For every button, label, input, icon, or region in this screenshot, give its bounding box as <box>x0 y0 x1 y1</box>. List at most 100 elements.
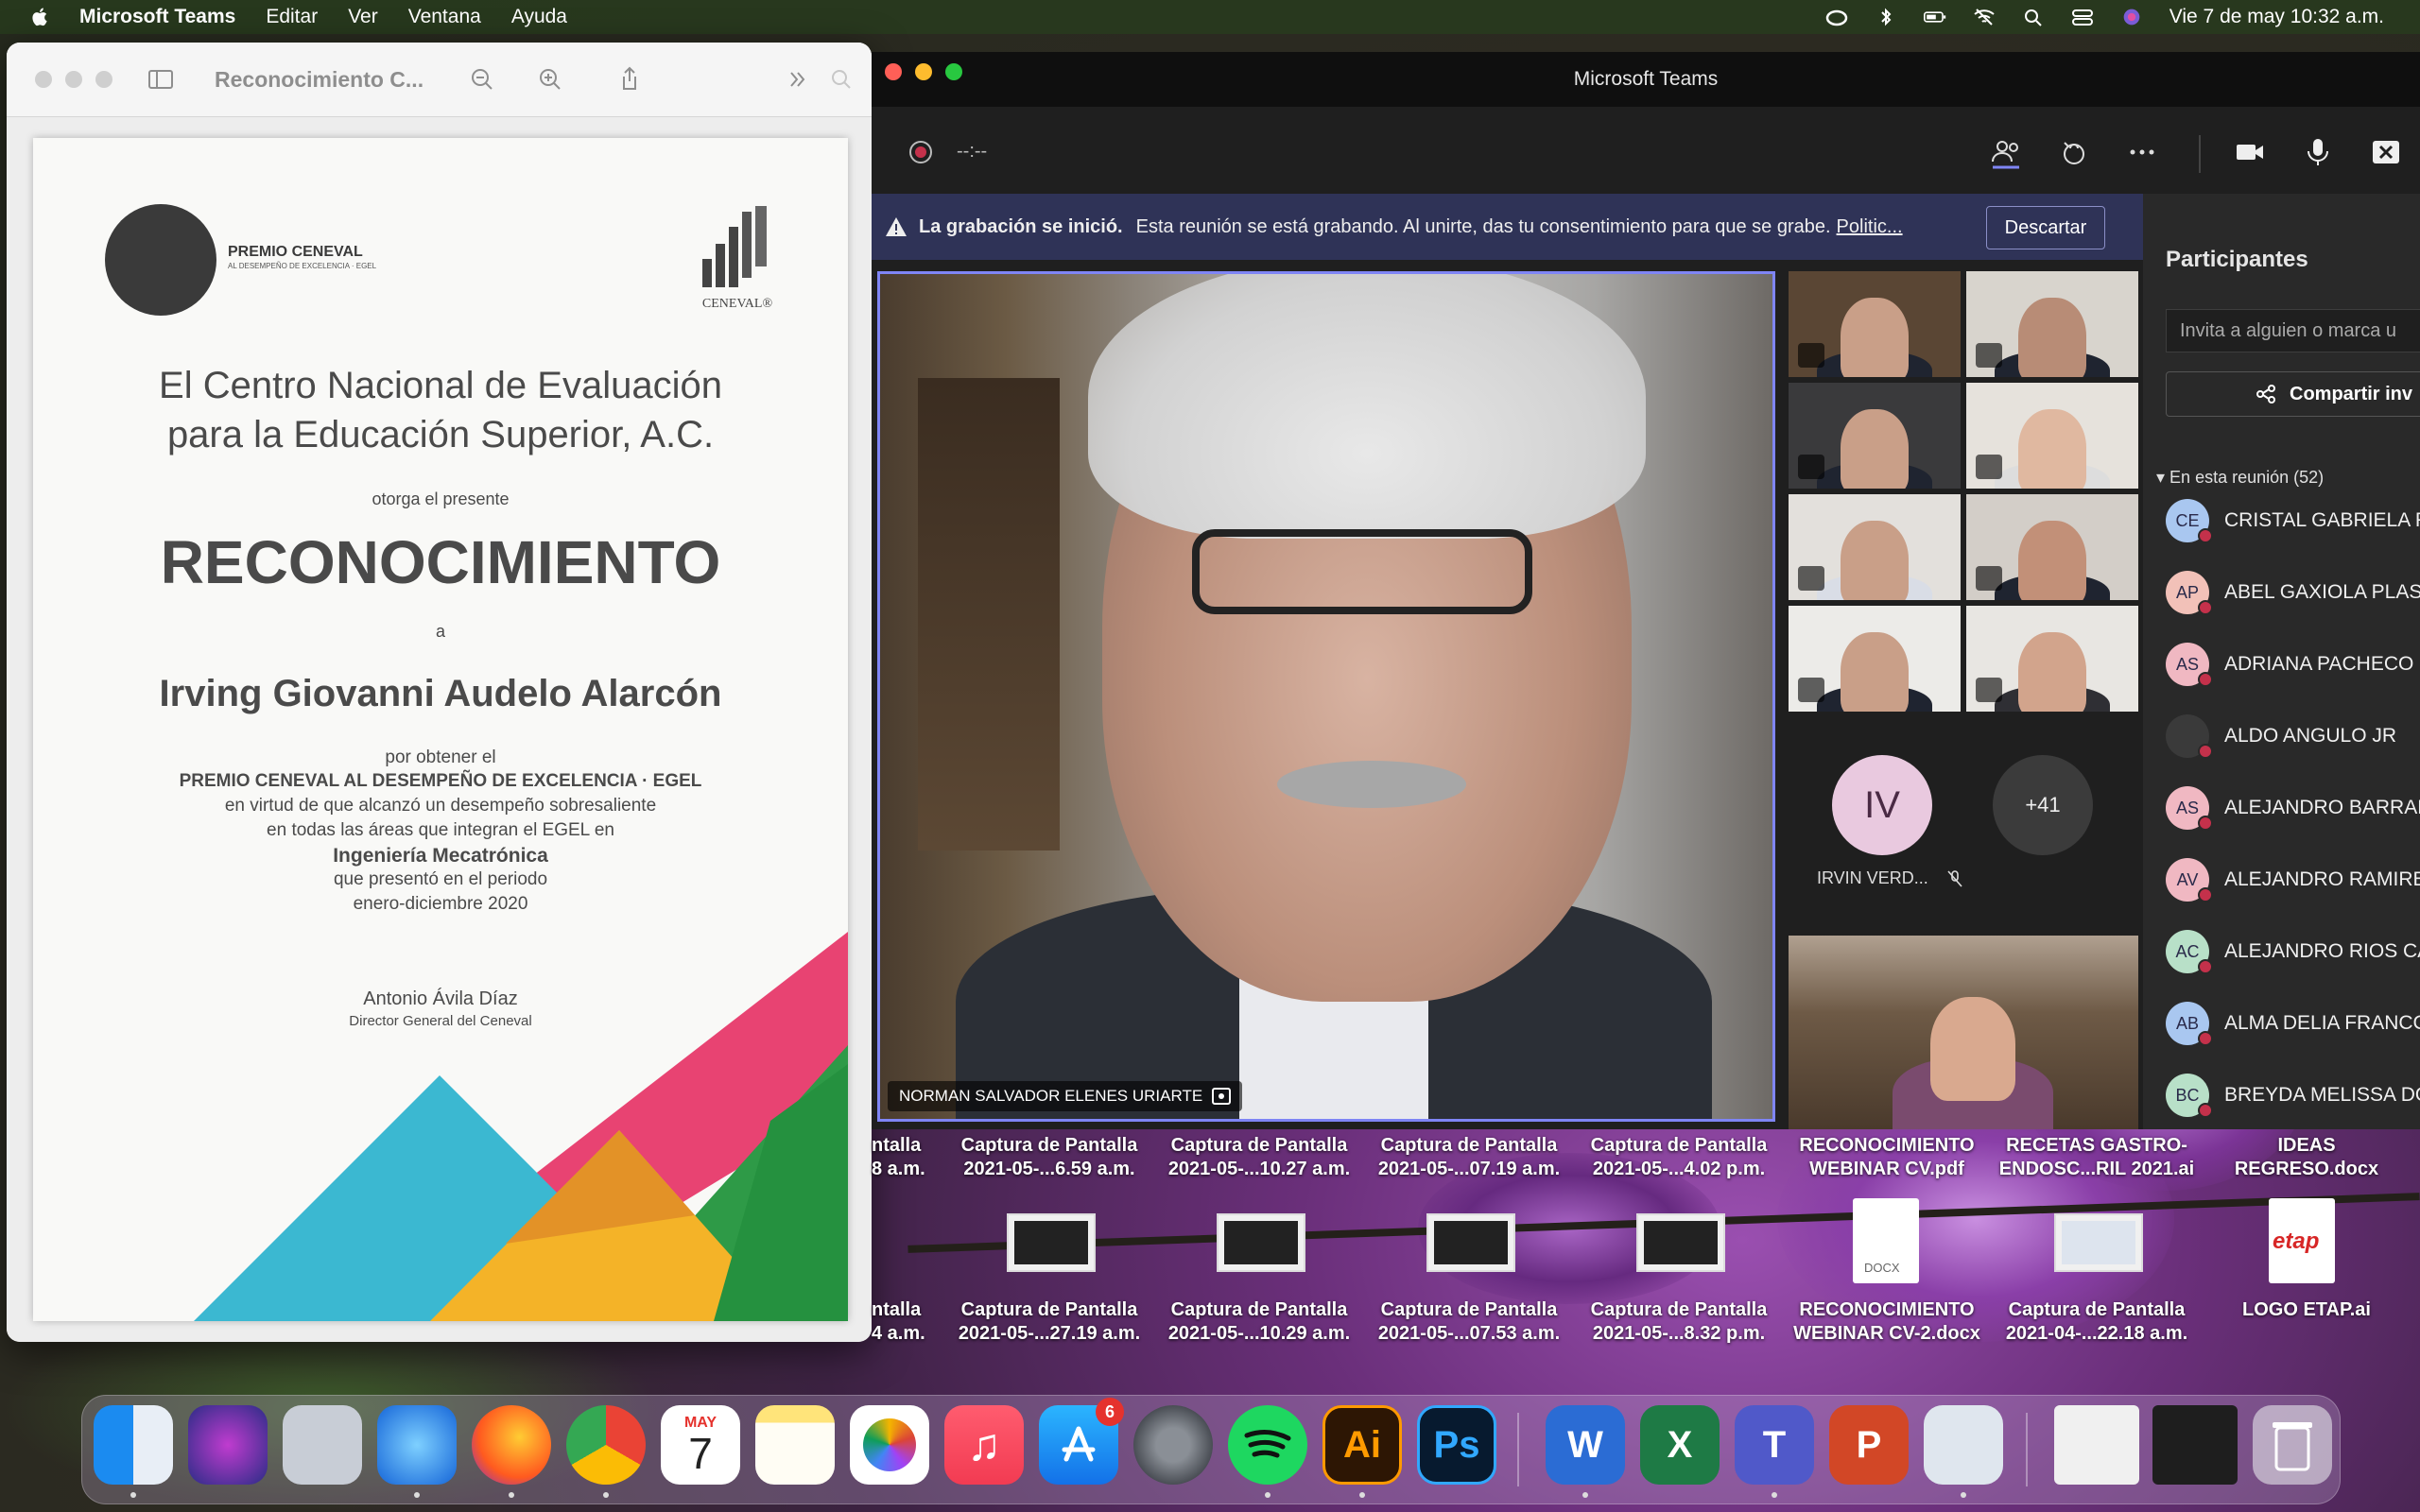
desktop-file-label[interactable]: Captura de Pantalla 2021-05-...10.27 a.m. <box>1155 1134 1363 1181</box>
zoom-button[interactable] <box>95 71 112 88</box>
finder-icon[interactable] <box>94 1405 173 1485</box>
launchpad-icon[interactable] <box>283 1405 362 1485</box>
participant-video-tile[interactable] <box>1789 494 1961 600</box>
participant-video-tile[interactable] <box>1789 271 1961 377</box>
screenshot-thumbnail[interactable] <box>1007 1213 1096 1272</box>
minimize-button[interactable] <box>915 63 932 80</box>
document-area[interactable]: PREMIO CENEVAL AL DESEMPEÑO DE EXCELENCI… <box>7 117 872 1342</box>
minimize-button[interactable] <box>65 71 82 88</box>
menu-ventana[interactable]: Ventana <box>408 6 481 28</box>
desktop-file-label[interactable]: IDEAS REGRESO.docx <box>2203 1134 2411 1181</box>
active-speaker-video[interactable]: NORMAN SALVADOR ELENES URIARTE <box>877 271 1775 1122</box>
powerpoint-icon[interactable]: P <box>1829 1405 1909 1485</box>
participant-video-tile[interactable] <box>1966 271 2138 377</box>
photos-icon[interactable] <box>850 1405 929 1485</box>
minimized-window-thumbnail[interactable] <box>2152 1405 2238 1485</box>
zoom-button[interactable] <box>945 63 962 80</box>
search-icon[interactable] <box>827 65 856 94</box>
more-options-icon[interactable] <box>2125 135 2159 169</box>
bluetooth-icon[interactable] <box>1875 8 1897 26</box>
desktop-file-label[interactable]: Captura de Pantalla 2021-05-...27.19 a.m. <box>945 1298 1153 1346</box>
menubar-clock[interactable]: Vie 7 de may 10:32 a.m. <box>2169 6 2384 28</box>
desktop-file-label[interactable]: Captura de Pantalla 2021-05-...8.32 p.m. <box>1575 1298 1783 1346</box>
battery-icon[interactable] <box>1923 8 1946 26</box>
desktop-file-label[interactable]: Captura de Pantalla 2021-05-...10.29 a.m. <box>1155 1298 1363 1346</box>
desktop-file-label[interactable]: Captura de Pantalla 2021-04-...22.18 a.m. <box>1993 1298 2201 1346</box>
control-center-icon[interactable] <box>2071 8 2094 26</box>
more-tools-chevron-icon[interactable] <box>784 65 812 94</box>
participant-row[interactable]: AS ADRIANA PACHECO <box>2166 642 2413 687</box>
participant-avatar[interactable]: IV <box>1832 755 1932 855</box>
participant-video-tile[interactable] <box>1966 606 2138 712</box>
apple-icon[interactable] <box>30 7 51 27</box>
participant-row[interactable]: AB ALMA DELIA FRANCC <box>2166 1001 2420 1046</box>
participant-video-tile[interactable] <box>1966 494 2138 600</box>
close-button[interactable] <box>35 71 52 88</box>
wifi-off-icon[interactable] <box>1973 8 1996 26</box>
creative-cloud-icon[interactable] <box>1825 8 1848 26</box>
calendar-icon[interactable]: MAY 7 <box>661 1405 740 1485</box>
desktop-file-label[interactable]: Captura de Pantalla 2021-05-...07.53 a.m. <box>1365 1298 1573 1346</box>
desktop-file-label[interactable]: LOGO ETAP.ai <box>2203 1298 2411 1322</box>
spotify-icon[interactable] <box>1228 1405 1307 1485</box>
pin-icon[interactable] <box>1212 1088 1232 1105</box>
siri-app-icon[interactable] <box>188 1405 268 1485</box>
preview-app-icon[interactable] <box>1924 1405 2003 1485</box>
notes-icon[interactable] <box>755 1405 835 1485</box>
menu-app-name[interactable]: Microsoft Teams <box>79 6 235 28</box>
desktop-file-label[interactable]: ntalla 4 a.m. <box>872 1298 928 1346</box>
excel-icon[interactable]: X <box>1640 1405 1720 1485</box>
music-icon[interactable]: ♫ <box>944 1405 1024 1485</box>
sidebar-toggle-icon[interactable] <box>147 65 175 94</box>
desktop-file-label[interactable]: Captura de Pantalla 2021-05-...07.19 a.m. <box>1365 1134 1573 1181</box>
photoshop-icon[interactable]: Ps <box>1417 1405 1496 1485</box>
share-icon[interactable] <box>615 65 644 94</box>
microphone-icon[interactable] <box>2301 135 2335 169</box>
desktop-file-label[interactable]: RECETAS GASTRO- ENDOSC...RIL 2021.ai <box>1993 1134 2201 1181</box>
app-store-icon[interactable]: 6 <box>1039 1398 1124 1485</box>
desktop-file-label[interactable]: ntalla 8 a.m. <box>872 1134 928 1181</box>
share-invite-button[interactable]: Compartir inv <box>2166 371 2420 417</box>
in-meeting-section[interactable]: ▾ En esta reunión (52) <box>2156 468 2324 488</box>
spotlight-search-icon[interactable] <box>2022 8 2045 26</box>
screenshot-thumbnail[interactable] <box>1636 1213 1725 1272</box>
illustrator-icon[interactable]: Ai <box>1322 1405 1402 1485</box>
firefox-icon[interactable] <box>472 1405 551 1485</box>
safari-icon[interactable] <box>377 1405 457 1485</box>
screenshot-thumbnail[interactable] <box>1426 1213 1515 1272</box>
participant-row[interactable]: BC BREYDA MELISSA DO <box>2166 1073 2420 1118</box>
dismiss-button[interactable]: Descartar <box>1986 206 2105 249</box>
reactions-icon[interactable] <box>2057 135 2091 169</box>
desktop-file-label[interactable]: Captura de Pantalla 2021-05-...6.59 a.m. <box>945 1134 1153 1181</box>
participants-icon[interactable] <box>1989 135 2023 169</box>
menu-ver[interactable]: Ver <box>348 6 378 28</box>
share-screen-icon[interactable] <box>2369 135 2403 169</box>
participant-row[interactable]: CE CRISTAL GABRIELA R <box>2166 498 2420 543</box>
screenshot-thumbnail[interactable] <box>1217 1213 1305 1272</box>
participant-row[interactable]: ALDO ANGULO JR <box>2166 713 2396 759</box>
chrome-icon[interactable] <box>566 1405 646 1485</box>
overflow-participants-button[interactable]: +41 <box>1993 755 2093 855</box>
zoom-in-icon[interactable] <box>536 65 564 94</box>
menu-ayuda[interactable]: Ayuda <box>511 6 567 28</box>
desktop-file-label[interactable]: RECONOCIMIENTO WEBINAR CV.pdf <box>1783 1134 1991 1181</box>
desktop-file-label[interactable]: Captura de Pantalla 2021-05-...4.02 p.m. <box>1575 1134 1783 1181</box>
word-icon[interactable]: W <box>1546 1405 1625 1485</box>
menu-editar[interactable]: Editar <box>266 6 318 28</box>
zoom-out-icon[interactable] <box>468 65 496 94</box>
invite-input[interactable]: Invita a alguien o marca u <box>2166 309 2420 352</box>
close-button[interactable] <box>885 63 902 80</box>
self-view-video-tile[interactable] <box>1789 936 2138 1129</box>
teams-icon[interactable]: T <box>1735 1405 1814 1485</box>
siri-icon[interactable] <box>2120 8 2143 26</box>
ai-file-icon[interactable]: etap <box>2269 1198 2335 1283</box>
trash-icon[interactable] <box>2253 1405 2332 1485</box>
participant-video-tile[interactable] <box>1789 606 1961 712</box>
participant-row[interactable]: AS ALEJANDRO BARRAN <box>2166 785 2420 831</box>
participant-row[interactable]: AC ALEJANDRO RIOS CA <box>2166 929 2420 974</box>
camera-icon[interactable] <box>2233 135 2267 169</box>
desktop-file-label[interactable]: RECONOCIMIENTO WEBINAR CV-2.docx <box>1783 1298 1991 1346</box>
system-preferences-icon[interactable] <box>1133 1405 1213 1485</box>
participant-video-tile[interactable] <box>1966 383 2138 489</box>
policy-link[interactable]: Politic... <box>1837 216 1903 238</box>
